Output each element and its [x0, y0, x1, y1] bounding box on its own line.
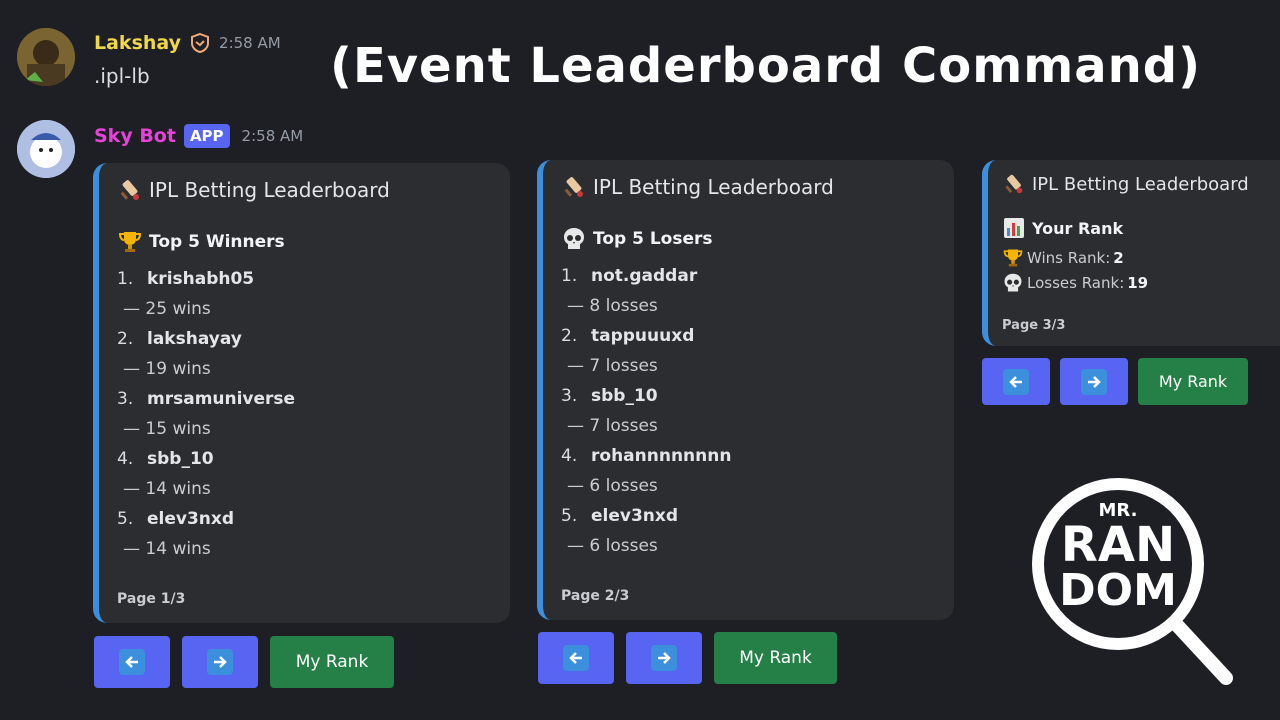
embed2-footer: Page 2/3: [561, 588, 630, 604]
list-item-value: — 6 losses: [567, 476, 658, 496]
list-item: 1. krishabh05: [117, 269, 255, 289]
embed3-footer: Page 3/3: [1002, 318, 1066, 333]
list-item: 4. rohannnnnnnn: [561, 446, 732, 466]
embed1-title: IPL Betting Leaderboard: [149, 178, 390, 202]
embed3-title: IPL Betting Leaderboard: [1032, 173, 1249, 195]
losses-rank-value: 19: [1127, 274, 1149, 292]
embed-your-rank: IPL Betting Leaderboard Your Rank Wins R…: [982, 160, 1280, 346]
embed3-title-row: IPL Betting Leaderboard: [1002, 172, 1249, 196]
logo-text-mid: RAN: [1060, 517, 1176, 573]
embed1-footer: Page 1/3: [117, 591, 186, 607]
prev-page-button[interactable]: [94, 636, 170, 688]
message1-timestamp: 2:58 AM: [219, 34, 281, 52]
list-item-value: — 14 wins: [123, 479, 211, 499]
skull-icon: [1002, 272, 1024, 294]
wins-rank-value: 2: [1113, 249, 1124, 267]
losses-rank-row: Losses Rank: 19: [1002, 272, 1148, 294]
arrow-left-icon: [1003, 368, 1029, 395]
list-item-value: — 19 wins: [123, 359, 211, 379]
embed-winners: IPL Betting Leaderboard Top 5 Winners 1.…: [93, 163, 510, 623]
embed2-title: IPL Betting Leaderboard: [593, 175, 834, 199]
list-item-value: — 14 wins: [123, 539, 211, 559]
arrow-left-icon: [563, 645, 589, 671]
list-item-value: — 8 losses: [567, 296, 658, 316]
cricket-bat-icon: [1002, 172, 1026, 196]
logo-text-bot: DOM: [1059, 565, 1177, 616]
embed1-entries: 1. krishabh05 — 25 wins 2. lakshayay — 19 …: [117, 264, 295, 564]
lakshay-username[interactable]: Lakshay: [94, 32, 181, 54]
list-item-value: — 7 losses: [567, 356, 658, 376]
wins-rank-row: Wins Rank: 2: [1002, 247, 1124, 269]
mr-random-logo: MR. RAN DOM: [1028, 474, 1238, 690]
next-page-button[interactable]: [626, 632, 702, 684]
skybot-username[interactable]: Sky Bot: [94, 125, 176, 147]
arrow-left-icon: [119, 649, 145, 675]
embed-losers: IPL Betting Leaderboard Top 5 Losers 1. n…: [537, 160, 954, 620]
list-item: 5. elev3nxd: [561, 506, 679, 526]
list-item-value: — 15 wins: [123, 419, 211, 439]
embed1-title-row: IPL Betting Leaderboard: [117, 177, 390, 203]
list-item-value: — 7 losses: [567, 416, 658, 436]
embed3-section-row: Your Rank: [1002, 216, 1123, 240]
embed1-section-title: Top 5 Winners: [149, 232, 285, 252]
bar-chart-icon: [1002, 216, 1026, 240]
list-item: 2. tappuuuxd: [561, 326, 695, 346]
embed1-section-row: Top 5 Winners: [117, 229, 285, 255]
embed2-entries: 1. not.gaddar — 8 losses 2. tappuuuxd — 7 …: [561, 261, 731, 561]
embed2-section-title: Top 5 Losers: [593, 229, 713, 249]
list-item: 3. sbb_10: [561, 386, 658, 406]
list-item: 1. not.gaddar: [561, 266, 698, 286]
list-item: 4. sbb_10: [117, 449, 214, 469]
arrow-right-icon: [1081, 368, 1107, 395]
my-rank-button[interactable]: My Rank: [270, 636, 394, 688]
skull-icon: [561, 226, 587, 252]
next-page-button[interactable]: [182, 636, 258, 688]
list-item: 3. mrsamuniverse: [117, 389, 296, 409]
embed2-section-row: Top 5 Losers: [561, 226, 713, 252]
my-rank-button[interactable]: My Rank: [1138, 358, 1248, 405]
losses-rank-label: Losses Rank:: [1027, 274, 1125, 292]
wins-rank-label: Wins Rank:: [1027, 249, 1111, 267]
trophy-icon: [117, 229, 143, 255]
app-badge: APP: [183, 124, 230, 148]
list-item: 5. elev3nxd: [117, 509, 235, 529]
video-headline: (Event Leaderboard Command): [330, 38, 1202, 94]
list-item-value: — 25 wins: [123, 299, 211, 319]
embed3-section-title: Your Rank: [1032, 218, 1124, 238]
list-item-value: — 6 losses: [567, 536, 658, 556]
message2-timestamp: 2:58 AM: [241, 127, 304, 145]
prev-page-button[interactable]: [982, 358, 1050, 405]
prev-page-button[interactable]: [538, 632, 614, 684]
message1-text: .ipl-lb: [94, 64, 150, 88]
next-page-button[interactable]: [1060, 358, 1128, 405]
skybot-avatar[interactable]: [17, 120, 75, 178]
embed2-title-row: IPL Betting Leaderboard: [561, 174, 834, 200]
trophy-icon: [1002, 247, 1024, 269]
shield-icon: [189, 32, 211, 54]
arrow-right-icon: [207, 649, 233, 675]
cricket-bat-icon: [561, 174, 587, 200]
list-item: 2. lakshayay: [117, 329, 242, 349]
cricket-bat-icon: [117, 177, 143, 203]
arrow-right-icon: [651, 645, 677, 671]
lakshay-avatar[interactable]: [17, 28, 75, 86]
my-rank-button[interactable]: My Rank: [714, 632, 837, 684]
